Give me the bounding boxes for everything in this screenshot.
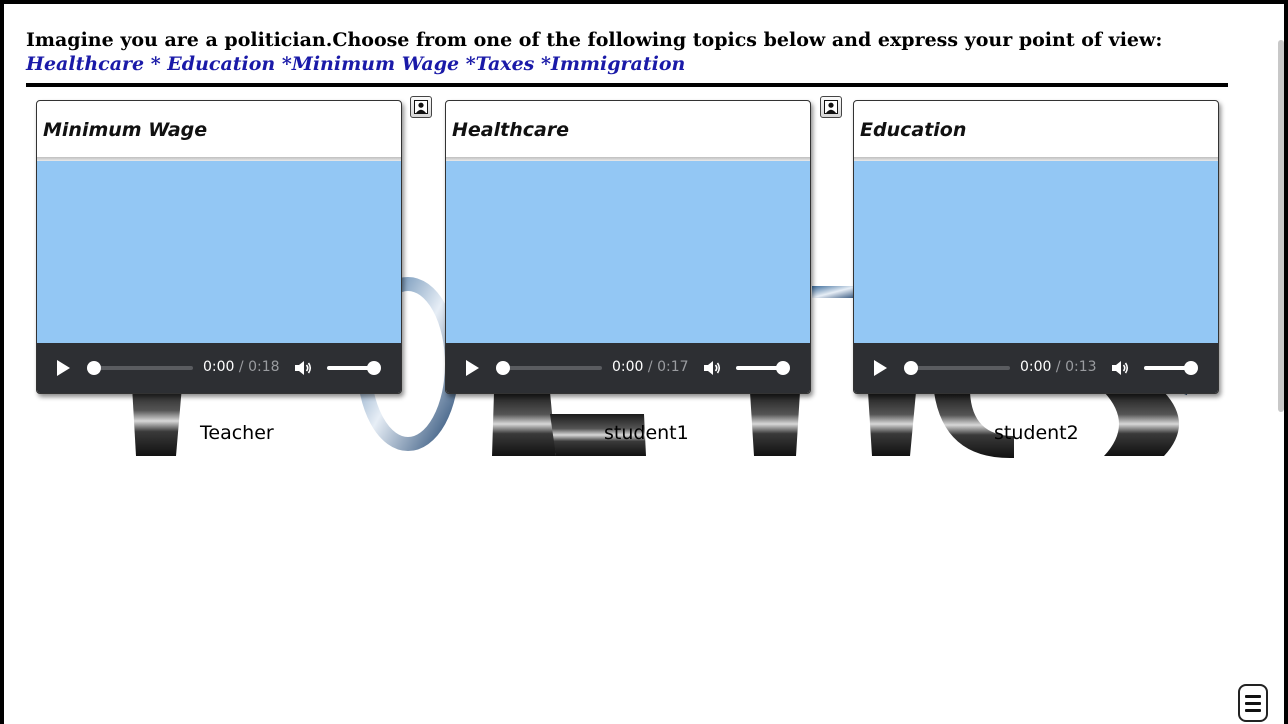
volume-knob[interactable]: [367, 361, 381, 375]
time-separator: /: [647, 359, 653, 375]
volume-icon[interactable]: [293, 358, 313, 378]
current-time: 0:00: [203, 359, 235, 375]
seek-slider[interactable]: [496, 361, 602, 375]
seek-slider[interactable]: [87, 361, 193, 375]
volume-slider[interactable]: [736, 361, 790, 375]
volume-slider[interactable]: [327, 361, 381, 375]
owner-label-student1: student1: [604, 422, 689, 444]
seek-slider[interactable]: [904, 361, 1010, 375]
time-display: 0:00 / 0:18: [203, 359, 280, 375]
user-portrait-button[interactable]: [820, 96, 842, 118]
duration: 0:17: [657, 359, 689, 375]
seek-knob[interactable]: [496, 361, 510, 375]
prompt-text: Imagine you are a politician.Choose from…: [26, 29, 1163, 51]
card-title: Minimum Wage: [43, 119, 208, 141]
time-separator: /: [238, 359, 244, 375]
media-display-area[interactable]: [37, 161, 401, 343]
volume-knob[interactable]: [1184, 361, 1198, 375]
user-portrait-button[interactable]: [410, 96, 432, 118]
duration: 0:13: [1065, 359, 1097, 375]
card-title: Education: [860, 119, 967, 141]
media-controls: 0:00 / 0:17: [446, 343, 810, 393]
media-display-area[interactable]: [854, 161, 1218, 343]
owner-label-student2: student2: [994, 422, 1079, 444]
media-display-area[interactable]: [446, 161, 810, 343]
user-portrait-icon: [824, 100, 838, 114]
media-controls: 0:00 / 0:18: [37, 343, 401, 393]
play-icon[interactable]: [57, 360, 70, 376]
current-time: 0:00: [612, 359, 644, 375]
media-controls: 0:00 / 0:13: [854, 343, 1218, 393]
scrollbar-thumb[interactable]: [1278, 40, 1284, 412]
header-divider: [26, 83, 1228, 87]
page-frame: Imagine you are a politician.Choose from…: [0, 0, 1288, 724]
time-display: 0:00 / 0:17: [612, 359, 689, 375]
owner-label-teacher: Teacher: [200, 422, 274, 444]
user-portrait-icon: [414, 100, 428, 114]
duration: 0:18: [248, 359, 280, 375]
audio-card-healthcare: Healthcare 0:00 / 0:17: [445, 100, 811, 394]
menu-bar: [1245, 694, 1261, 698]
volume-icon[interactable]: [702, 358, 722, 378]
menu-bar: [1245, 701, 1261, 705]
card-title: Healthcare: [452, 119, 570, 141]
audio-card-minimum-wage: Minimum Wage 0:00 / 0:18: [36, 100, 402, 394]
audio-card-education: Education 0:00 / 0:13: [853, 100, 1219, 394]
volume-knob[interactable]: [776, 361, 790, 375]
time-separator: /: [1055, 359, 1061, 375]
seek-knob[interactable]: [904, 361, 918, 375]
seek-knob[interactable]: [87, 361, 101, 375]
time-display: 0:00 / 0:13: [1020, 359, 1097, 375]
volume-icon[interactable]: [1110, 358, 1130, 378]
page-header: Imagine you are a politician.Choose from…: [26, 28, 1236, 76]
menu-bar: [1245, 708, 1261, 712]
play-icon[interactable]: [466, 360, 479, 376]
topics-list: Healthcare * Education *Minimum Wage *Ta…: [26, 53, 686, 75]
volume-slider[interactable]: [1144, 361, 1198, 375]
play-icon[interactable]: [874, 360, 887, 376]
hamburger-menu-icon[interactable]: [1238, 684, 1268, 722]
current-time: 0:00: [1020, 359, 1052, 375]
